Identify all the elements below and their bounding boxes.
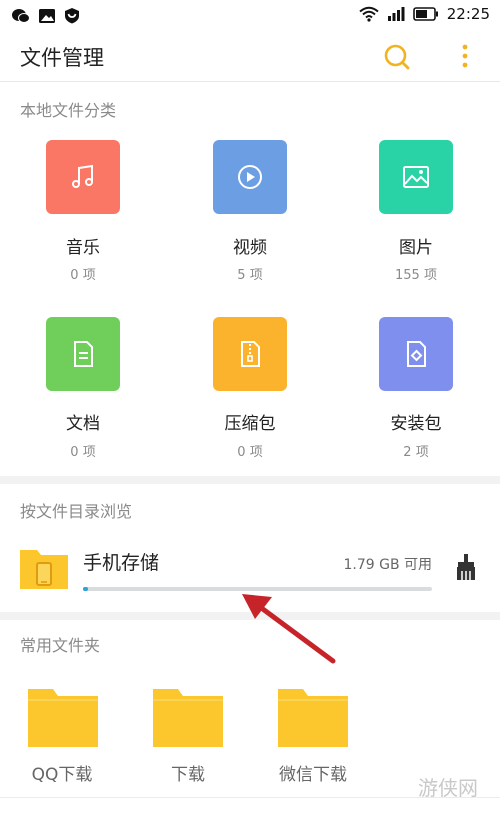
folder-download[interactable] [152, 686, 224, 748]
status-icons-right: 22:25 [359, 5, 490, 23]
category-apk-count: 2 项 [403, 445, 429, 460]
search-button[interactable] [382, 42, 412, 72]
phone-storage-folder-icon [20, 550, 68, 589]
phone-storage-name: 手机存储 [83, 552, 160, 574]
category-image-count: 155 项 [395, 268, 437, 283]
more-menu-button[interactable] [456, 42, 474, 72]
image-icon [403, 166, 429, 188]
signal-icon [387, 7, 405, 21]
category-apk-name: 安装包 [390, 414, 442, 434]
section-divider [0, 476, 500, 484]
category-archive-count: 0 项 [237, 445, 263, 460]
page-title: 文件管理 [20, 46, 104, 70]
category-archive-name: 压缩包 [224, 414, 276, 434]
local-categories-title: 本地文件分类 [20, 101, 117, 120]
package-icon [407, 341, 426, 367]
category-music-name: 音乐 [66, 238, 100, 258]
category-archive-tile[interactable] [213, 317, 287, 391]
status-bar: 22:25 [0, 0, 500, 30]
more-vertical-icon [462, 44, 468, 68]
category-video-tile[interactable] [213, 140, 287, 214]
category-music-count: 0 项 [70, 268, 96, 283]
directory-browse-title: 按文件目录浏览 [20, 502, 133, 521]
category-document-tile[interactable] [46, 317, 120, 391]
folder-wechat-download-name: 微信下载 [279, 765, 347, 785]
folder-icon [278, 689, 348, 747]
broom-icon [457, 554, 475, 580]
music-note-icon [72, 164, 93, 188]
wifi-icon [359, 6, 379, 22]
zip-icon [241, 341, 260, 367]
clean-storage-button[interactable] [452, 552, 480, 582]
annotation-arrow-icon [242, 594, 336, 664]
folder-qq-download[interactable] [27, 686, 99, 748]
category-image-name: 图片 [399, 238, 433, 258]
gallery-icon [39, 8, 55, 23]
status-time: 22:25 [446, 5, 490, 23]
category-document-count: 0 项 [70, 445, 96, 460]
folder-download-name: 下载 [171, 765, 205, 785]
folder-qq-download-name: QQ下载 [31, 765, 93, 785]
document-icon [74, 341, 93, 367]
watermark-logo: 游侠网 [418, 776, 478, 800]
wechat-icon [12, 8, 30, 23]
battery-icon [412, 7, 438, 21]
app-bar: 文件管理 [0, 30, 500, 82]
play-circle-icon [238, 165, 262, 189]
common-folders-title: 常用文件夹 [20, 636, 101, 655]
category-image-tile[interactable] [379, 140, 453, 214]
phone-storage-free: 1.79 GB 可用 [343, 557, 432, 573]
category-document-name: 文档 [66, 414, 100, 434]
search-icon [384, 44, 410, 70]
category-apk-tile[interactable] [379, 317, 453, 391]
folder-icon [28, 689, 98, 747]
status-icons-left [12, 7, 80, 24]
folder-wechat-download[interactable] [277, 686, 349, 748]
folder-icon [153, 689, 223, 747]
category-video-count: 5 项 [237, 268, 263, 283]
category-video-name: 视频 [233, 238, 267, 258]
category-music-tile[interactable] [46, 140, 120, 214]
storage-usage-fill [83, 587, 89, 591]
shield-icon [65, 8, 79, 24]
